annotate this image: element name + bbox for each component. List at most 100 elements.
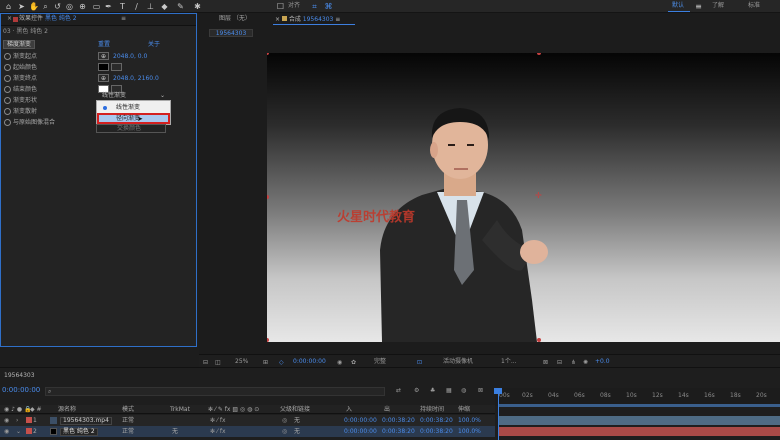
pen-tool-icon[interactable]: ✒ — [104, 2, 113, 11]
visibility-icon[interactable]: ◉ — [4, 429, 9, 435]
timeline-icon[interactable]: ⊟ — [557, 359, 562, 366]
property-value[interactable]: 2048.0, 0.0 — [113, 54, 147, 60]
swap-colors-button[interactable]: 交换颜色 — [96, 124, 166, 133]
layer-in-time[interactable]: 0:00:00:00 — [344, 418, 377, 424]
anchor-point-icon[interactable]: ✛ — [535, 192, 542, 200]
pan-behind-tool-icon[interactable]: ⊕ — [78, 2, 87, 11]
tab-layer-viewer[interactable]: 图层 （无） — [219, 16, 251, 22]
shy-layers-icon[interactable]: ♣ — [430, 388, 435, 394]
panel-menu-icon[interactable]: ≡ — [335, 16, 340, 23]
effect-name[interactable]: 梯度渐变 — [3, 40, 36, 49]
column-source-name[interactable]: 源名称 — [58, 407, 76, 413]
comp-mini-flowchart-icon[interactable]: ⇄ — [396, 388, 401, 394]
show-channel-icon[interactable]: ✿ — [351, 359, 356, 366]
timeline-current-time[interactable]: 0:00:00:00 — [2, 387, 40, 394]
stopwatch-icon[interactable] — [4, 119, 11, 126]
layer-handle[interactable] — [537, 53, 541, 55]
layer-out-time[interactable]: 0:00:38:20 — [382, 429, 415, 435]
brush-tool-icon[interactable]: ∕ — [132, 2, 141, 11]
layer-name[interactable]: 黑色 纯色 2 — [60, 428, 98, 436]
workspace-learn[interactable]: 了解 — [712, 3, 724, 9]
layer-search-input[interactable]: ⌕ — [45, 387, 385, 396]
table-row[interactable]: ◉ ⌄ 2 黑色 纯色 2 正常 无 ✻ ⁄ fx ◎ 无 0:00:00:00… — [0, 426, 495, 437]
rotate-tool-icon[interactable]: ↺ — [53, 2, 62, 11]
workspace-standard[interactable]: 标准 — [748, 3, 760, 9]
eraser-tool-icon[interactable]: ◆ — [160, 2, 169, 11]
expand-icon[interactable]: › — [16, 418, 18, 424]
layer-in-time[interactable]: 0:00:00:00 — [344, 429, 377, 435]
stopwatch-icon[interactable] — [4, 53, 11, 60]
dropdown-option-linear[interactable]: 线性渐变 — [97, 102, 170, 113]
effect-about-link[interactable]: 关于 — [148, 42, 160, 48]
parent-pickwhip-icon[interactable]: ◎ — [282, 429, 287, 435]
layer-duration[interactable]: 0:00:38:20 — [420, 418, 453, 424]
playhead-line[interactable] — [498, 389, 499, 440]
flowchart-icon[interactable]: ⋔ — [571, 359, 576, 366]
work-area-bar[interactable] — [498, 404, 780, 407]
expand-icon[interactable]: ⌄ — [16, 429, 21, 435]
views-select[interactable]: 1个... — [501, 359, 517, 365]
layer-out-time[interactable]: 0:00:38:20 — [382, 418, 415, 424]
selection-tool-icon[interactable]: ➤ — [17, 2, 26, 11]
always-preview-icon[interactable]: ⊟ — [203, 359, 208, 366]
panel-lock-icon[interactable] — [13, 17, 18, 22]
close-icon[interactable]: × — [275, 16, 282, 23]
type-tool-icon[interactable]: T — [118, 2, 127, 11]
dropdown-option-radial[interactable]: 径向渐变 ➤ — [97, 113, 170, 124]
column-trkmat[interactable]: TrkMat — [170, 407, 190, 413]
exposure-value[interactable]: +0.0 — [595, 359, 610, 365]
close-icon[interactable]: × — [7, 16, 12, 22]
workspace-menu-icon[interactable]: ≡ — [694, 2, 703, 11]
stopwatch-icon[interactable] — [4, 75, 11, 82]
transparency-grid-icon[interactable]: ⊡ — [417, 359, 422, 366]
stopwatch-icon[interactable] — [4, 97, 11, 104]
column-in[interactable]: 入 — [346, 407, 352, 413]
rectangle-tool-icon[interactable]: ▭ — [92, 2, 101, 11]
column-stretch[interactable]: 伸缩 — [458, 407, 470, 413]
workspace-default[interactable]: 默认 — [672, 3, 684, 9]
layer-mode-select[interactable]: 正常 — [122, 418, 134, 424]
hand-tool-icon[interactable]: ✋ — [29, 2, 39, 11]
layer-duration-bar[interactable] — [498, 416, 780, 425]
layer-handle[interactable] — [267, 338, 269, 342]
crosshair-icon[interactable]: ⊕ — [98, 74, 109, 82]
layer-mode-select[interactable]: 正常 — [122, 429, 134, 435]
effect-reset-link[interactable]: 重置 — [98, 42, 110, 48]
panel-menu-icon[interactable]: ≡ — [121, 16, 126, 22]
roto-brush-tool-icon[interactable]: ✎ — [176, 2, 185, 11]
stopwatch-icon[interactable] — [4, 108, 11, 115]
layer-handle[interactable] — [537, 338, 541, 342]
composition-breadcrumb[interactable]: 19564303 — [209, 29, 253, 37]
crosshair-icon[interactable]: ⊕ — [98, 52, 109, 60]
table-row[interactable]: ◉ › 1 19564303.mp4 正常 ✻ ⁄ fx ◎ 无 0:00:00… — [0, 415, 495, 426]
current-time-display[interactable]: 0:00:00:00 — [293, 359, 326, 365]
layer-switches-icon[interactable]: ✻ ⁄ fx — [210, 429, 226, 435]
home-icon[interactable]: ⌂ — [4, 2, 13, 11]
layer-duration[interactable]: 0:00:38:20 — [420, 429, 453, 435]
column-out[interactable]: 出 — [384, 407, 390, 413]
tab-effect-controls[interactable]: 效果控件 黑色 纯色 2 — [19, 16, 77, 22]
layer-name[interactable]: 19564303.mp4 — [60, 417, 112, 425]
region-of-interest-icon[interactable]: ◫ — [215, 359, 221, 366]
mask-visibility-icon[interactable]: ◇ — [279, 359, 284, 366]
label-color-swatch[interactable] — [26, 428, 32, 434]
zoom-select[interactable]: 25% — [235, 359, 248, 365]
layer-parent-select[interactable]: 无 — [294, 429, 300, 435]
tab-composition[interactable]: × 合成 19564303 ≡ — [275, 16, 340, 23]
eyedropper-icon[interactable] — [111, 63, 122, 71]
puppet-tool-icon[interactable]: ✱ — [193, 2, 202, 11]
parent-pickwhip-icon[interactable]: ◎ — [282, 418, 287, 424]
property-value[interactable]: 2048.0, 2160.0 — [113, 76, 159, 82]
draft-3d-icon[interactable]: ⚙ — [414, 388, 419, 394]
snapshot-icon[interactable]: ◉ — [337, 359, 342, 366]
graph-editor-icon[interactable]: ⊠ — [478, 388, 483, 394]
tab-timeline[interactable]: 19564303 — [4, 373, 35, 379]
layer-handle[interactable] — [267, 195, 269, 199]
frame-blending-icon[interactable]: ▦ — [446, 388, 452, 394]
column-mode[interactable]: 模式 — [122, 407, 134, 413]
layer-trkmat-select[interactable]: 无 — [172, 429, 178, 435]
snap-option-2-icon[interactable]: ⌘ — [324, 2, 333, 11]
fast-previews-icon[interactable]: ⊠ — [543, 359, 548, 366]
layer-handle[interactable] — [267, 53, 269, 55]
snap-option-icon[interactable]: ⌗ — [310, 2, 319, 11]
